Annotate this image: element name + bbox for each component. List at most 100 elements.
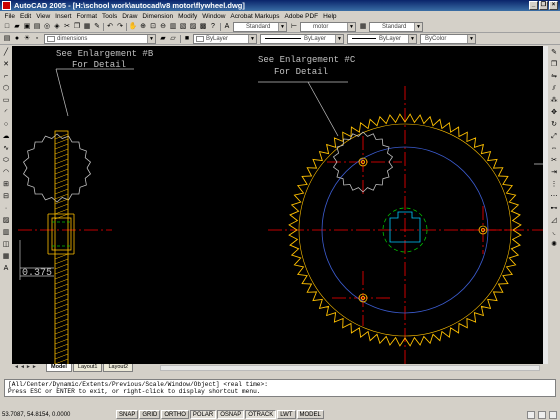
chevron-down-icon[interactable]: ▼ bbox=[248, 35, 256, 43]
close-button[interactable]: × bbox=[549, 1, 558, 10]
make-current-icon[interactable]: ▰ bbox=[158, 34, 168, 44]
zoom-realtime-icon[interactable]: ⊕ bbox=[138, 22, 148, 32]
ellipse-icon[interactable]: ⬭ bbox=[1, 156, 11, 166]
join-icon[interactable]: ⊷ bbox=[549, 204, 559, 214]
spline-icon[interactable]: ∿ bbox=[1, 144, 11, 154]
hatch-icon[interactable]: ▨ bbox=[1, 216, 11, 226]
menu-help[interactable]: Help bbox=[321, 13, 339, 20]
break-icon[interactable]: ⋯ bbox=[549, 192, 559, 202]
table-icon[interactable]: ▦ bbox=[1, 252, 11, 262]
chevron-down-icon[interactable]: ▼ bbox=[335, 35, 343, 43]
menu-tools[interactable]: Tools bbox=[100, 13, 120, 20]
paste-icon[interactable]: ▦ bbox=[82, 22, 92, 32]
model-toggle[interactable]: MODEL bbox=[296, 410, 324, 419]
menu-acrobat-markups[interactable]: Acrobat Markups bbox=[228, 13, 282, 20]
break-at-point-icon[interactable]: ⋮ bbox=[549, 180, 559, 190]
menu-window[interactable]: Window bbox=[200, 13, 228, 20]
gradient-icon[interactable]: ▥ bbox=[1, 228, 11, 238]
menu-adobe-pdf[interactable]: Adobe PDF bbox=[282, 13, 321, 20]
ellipse-arc-icon[interactable]: ◠ bbox=[1, 168, 11, 178]
tab-navigation-arrows[interactable]: ◄◄►► bbox=[14, 364, 38, 370]
point-icon[interactable]: · bbox=[1, 204, 11, 214]
open-folder-icon[interactable]: ▰ bbox=[12, 22, 22, 32]
extend-icon[interactable]: ⇥ bbox=[549, 168, 559, 178]
arc-icon[interactable]: ◜ bbox=[1, 108, 11, 118]
menu-edit[interactable]: Edit bbox=[17, 13, 33, 20]
text-style-select[interactable]: Standard ▼ bbox=[233, 22, 287, 32]
menu-dimension[interactable]: Dimension bbox=[140, 13, 176, 20]
scale-icon[interactable]: ⤢ bbox=[549, 132, 559, 142]
tab-layout1[interactable]: Layout1 bbox=[72, 364, 103, 372]
rotate-icon[interactable]: ↻ bbox=[549, 120, 559, 130]
chevron-down-icon[interactable]: ▼ bbox=[278, 23, 286, 31]
markup-icon[interactable]: ▩ bbox=[198, 22, 208, 32]
vertical-scrollbar[interactable] bbox=[543, 46, 548, 364]
menu-draw[interactable]: Draw bbox=[120, 13, 140, 20]
stretch-icon[interactable]: ⇔ bbox=[549, 144, 559, 154]
menu-insert[interactable]: Insert bbox=[53, 13, 74, 20]
dim-style-select[interactable]: motor ▼ bbox=[300, 22, 356, 32]
polar-toggle[interactable]: POLAR bbox=[189, 410, 217, 419]
zoom-window-icon[interactable]: ⊡ bbox=[148, 22, 158, 32]
linetype-select[interactable]: ByLayer ▼ bbox=[260, 34, 344, 44]
tab-layout2[interactable]: Layout2 bbox=[103, 364, 134, 372]
undo-icon[interactable]: ↶ bbox=[105, 22, 115, 32]
layer-freeze-icon[interactable]: ☀ bbox=[22, 34, 32, 44]
tab-model[interactable]: Model bbox=[46, 364, 72, 372]
layer-select[interactable]: dimensions ▼ bbox=[44, 34, 156, 44]
move-icon[interactable]: ✥ bbox=[549, 108, 559, 118]
match-properties-icon[interactable]: ✎ bbox=[92, 22, 102, 32]
region-icon[interactable]: ◫ bbox=[1, 240, 11, 250]
horizontal-scrollbar[interactable] bbox=[160, 365, 540, 371]
command-window[interactable]: [All/Center/Dynamic/Extents/Previous/Sca… bbox=[4, 379, 556, 397]
osnap-toggle[interactable]: OSNAP bbox=[217, 410, 245, 419]
zoom-previous-icon[interactable]: ⊖ bbox=[158, 22, 168, 32]
save-icon[interactable]: ▣ bbox=[22, 22, 32, 32]
tool-palettes-icon[interactable]: ▨ bbox=[188, 22, 198, 32]
autocad-app-icon[interactable] bbox=[2, 1, 11, 10]
menu-format[interactable]: Format bbox=[74, 13, 100, 20]
circle-icon[interactable]: ○ bbox=[1, 120, 11, 130]
copy-icon[interactable]: ❐ bbox=[72, 22, 82, 32]
polygon-icon[interactable]: ⬡ bbox=[1, 84, 11, 94]
chevron-down-icon[interactable]: ▼ bbox=[347, 23, 355, 31]
chevron-down-icon[interactable]: ▼ bbox=[408, 35, 416, 43]
chevron-down-icon[interactable]: ▼ bbox=[414, 23, 422, 31]
mirror-icon[interactable]: ⇋ bbox=[549, 72, 559, 82]
plot-style-select[interactable]: ByColor ▼ bbox=[420, 34, 476, 44]
chevron-down-icon[interactable]: ▼ bbox=[467, 35, 475, 43]
copy-object-icon[interactable]: ❐ bbox=[549, 60, 559, 70]
menu-modify[interactable]: Modify bbox=[176, 13, 200, 20]
lineweight-select[interactable]: ByLayer ▼ bbox=[347, 34, 417, 44]
rectangle-icon[interactable]: ▭ bbox=[1, 96, 11, 106]
layer-manager-icon[interactable]: ▤ bbox=[2, 34, 12, 44]
lwt-toggle[interactable]: LWT bbox=[277, 410, 296, 419]
drawing-canvas[interactable]: See Enlargement #B For Detail See Enlarg… bbox=[12, 46, 543, 364]
plot-preview-icon[interactable]: ◎ bbox=[42, 22, 52, 32]
help-icon[interactable]: ? bbox=[208, 22, 218, 32]
status-menu-icon[interactable] bbox=[549, 410, 557, 419]
trim-icon[interactable]: ✂ bbox=[549, 156, 559, 166]
properties-icon[interactable]: ▥ bbox=[168, 22, 178, 32]
line-icon[interactable]: ╱ bbox=[1, 48, 11, 58]
layer-on-icon[interactable]: ● bbox=[12, 34, 22, 44]
revision-cloud-icon[interactable]: ☁ bbox=[1, 132, 11, 142]
polyline-icon[interactable]: ⌐ bbox=[1, 72, 11, 82]
erase-icon[interactable]: ✎ bbox=[549, 48, 559, 58]
new-file-icon[interactable]: □ bbox=[2, 22, 12, 32]
array-icon[interactable]: ⁂ bbox=[549, 96, 559, 106]
construction-line-icon[interactable]: ✕ bbox=[1, 60, 11, 70]
explode-icon[interactable]: ✺ bbox=[549, 240, 559, 250]
chamfer-icon[interactable]: ◿ bbox=[549, 216, 559, 226]
color-select[interactable]: ByLayer ▼ bbox=[193, 34, 257, 44]
chevron-down-icon[interactable]: ▼ bbox=[147, 35, 155, 43]
make-block-icon[interactable]: ⊟ bbox=[1, 192, 11, 202]
offset-icon[interactable]: ⫽ bbox=[549, 84, 559, 94]
table-style-select[interactable]: Standard ▼ bbox=[369, 22, 423, 32]
snap-toggle[interactable]: SNAP bbox=[116, 410, 139, 419]
layer-lock-icon[interactable]: ▫ bbox=[32, 34, 42, 44]
cut-icon[interactable]: ✂ bbox=[62, 22, 72, 32]
cursor-coordinates[interactable]: 53.7087, 54.8154, 0.0000 bbox=[0, 412, 116, 418]
ortho-toggle[interactable]: ORTHO bbox=[161, 410, 189, 419]
toolbar-lock-icon[interactable] bbox=[538, 410, 546, 419]
